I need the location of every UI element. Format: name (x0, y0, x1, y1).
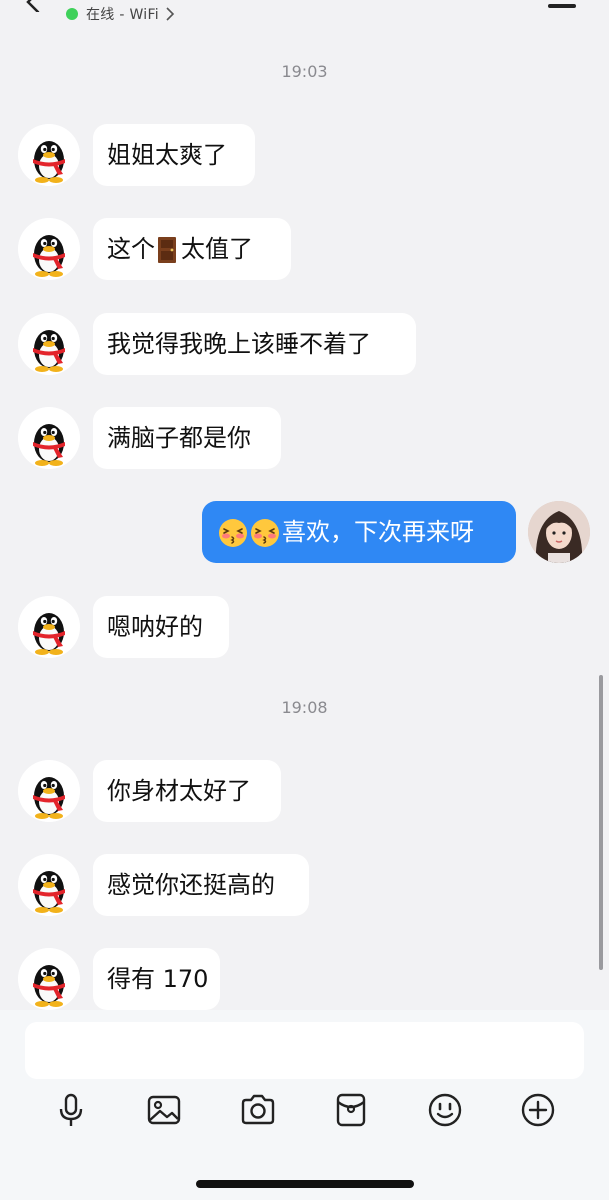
blushing-kiss-face-icon (250, 518, 280, 548)
back-arrow-icon[interactable] (20, 0, 42, 12)
chat-scrollbar[interactable] (599, 675, 603, 970)
camera-icon[interactable] (240, 1092, 276, 1128)
user-avatar-photo (528, 501, 590, 563)
contact-avatar[interactable] (18, 124, 80, 186)
message-bubble[interactable]: 姐姐太爽了 (93, 124, 255, 186)
composer-bar (0, 1010, 609, 1200)
plus-icon[interactable] (520, 1092, 556, 1128)
door-icon (155, 236, 179, 264)
contact-avatar[interactable] (18, 313, 80, 375)
microphone-icon[interactable] (53, 1092, 89, 1128)
contact-avatar[interactable] (18, 760, 80, 822)
chevron-right-icon (166, 7, 175, 21)
chat-header: 在线 - WiFi (0, 0, 609, 36)
timestamp: 19:08 (281, 698, 328, 717)
menu-icon[interactable] (548, 4, 576, 8)
message-input[interactable] (25, 1022, 584, 1079)
home-indicator[interactable] (196, 1180, 414, 1188)
message-bubble[interactable]: 满脑子都是你 (93, 407, 281, 469)
contact-avatar[interactable] (18, 854, 80, 916)
message-bubble[interactable]: 嗯呐好的 (93, 596, 229, 658)
online-dot-icon (66, 8, 78, 20)
contact-avatar[interactable] (18, 948, 80, 1010)
status-text: 在线 - WiFi (86, 7, 160, 23)
message-text-part: 太值了 (181, 235, 253, 263)
message-bubble[interactable]: 这个 太值了 (93, 218, 291, 280)
message-bubble-outgoing[interactable]: 喜欢，下次再来呀 (202, 501, 516, 563)
message-bubble[interactable]: 你身材太好了 (93, 760, 281, 822)
message-bubble[interactable]: 得有 170 (93, 948, 220, 1010)
blushing-kiss-face-icon (218, 518, 248, 548)
emoji-icon[interactable] (427, 1092, 463, 1128)
message-bubble[interactable]: 我觉得我晚上该睡不着了 (93, 313, 416, 375)
user-avatar[interactable] (528, 501, 590, 563)
message-bubble[interactable]: 感觉你还挺高的 (93, 854, 309, 916)
message-text-part: 这个 (107, 235, 155, 263)
contact-avatar[interactable] (18, 596, 80, 658)
red-packet-icon[interactable] (333, 1092, 369, 1128)
contact-avatar[interactable] (18, 407, 80, 469)
online-status[interactable]: 在线 - WiFi (66, 4, 175, 24)
image-icon[interactable] (146, 1092, 182, 1128)
contact-avatar[interactable] (18, 218, 80, 280)
timestamp: 19:03 (281, 62, 328, 81)
message-text-part: 喜欢，下次再来呀 (282, 518, 474, 546)
